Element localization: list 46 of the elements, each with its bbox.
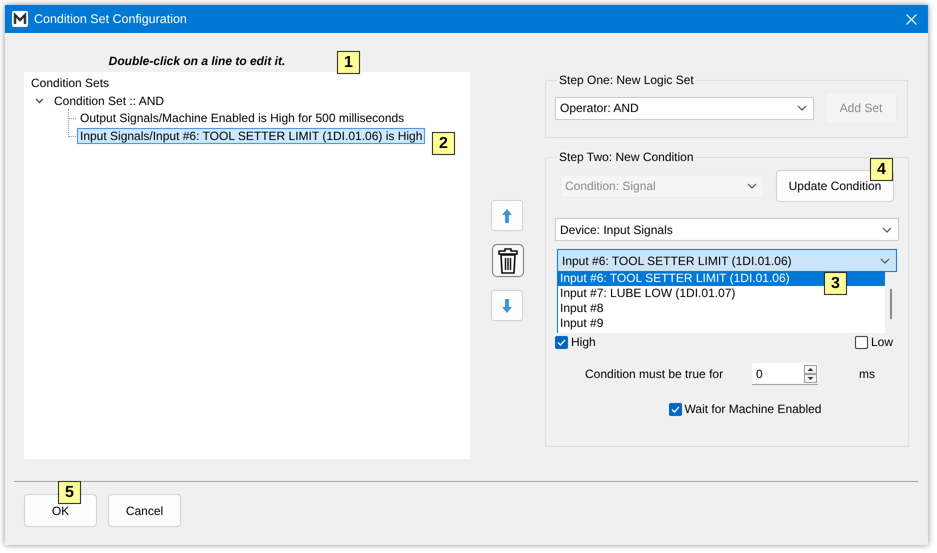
chevron-down-icon: [747, 183, 757, 189]
callout-number: 1: [337, 51, 360, 74]
group-title: Step Two: New Condition: [558, 150, 695, 164]
move-down-button[interactable]: [491, 290, 523, 321]
checkbox-label: High: [571, 335, 596, 349]
chevron-down-icon[interactable]: [35, 98, 44, 104]
callout-number: 2: [432, 132, 455, 155]
dropdown-option[interactable]: Input #8: [558, 301, 885, 316]
move-up-button[interactable]: [491, 200, 523, 231]
chevron-down-icon: [882, 226, 892, 232]
arrow-up-icon: [502, 208, 512, 222]
checkbox-label: Low: [870, 335, 893, 349]
tree-item[interactable]: Condition Sets: [28, 75, 112, 91]
scrollbar-thumb[interactable]: [890, 289, 892, 319]
operator-dropdown[interactable]: Operator: AND: [555, 96, 814, 120]
arrow-down-icon: [502, 298, 512, 312]
trash-icon: [498, 248, 518, 274]
chevron-down-icon: [880, 258, 890, 264]
tree-item[interactable]: Condition Set :: AND: [51, 93, 168, 109]
unit-label: ms: [859, 367, 875, 381]
checkmark-icon: [557, 338, 566, 346]
window-title: Condition Set Configuration: [34, 12, 188, 26]
chevron-down-icon: [797, 105, 807, 111]
dropdown-option[interactable]: Input #9: [558, 316, 885, 331]
instruction-text: Double-click on a line to edit it.: [108, 53, 286, 70]
spin-up-icon[interactable]: [804, 364, 817, 374]
group-title: Step One: New Logic Set: [558, 73, 695, 87]
cancel-button[interactable]: Cancel: [108, 494, 181, 527]
tree-item[interactable]: Input Signals/Input #6: TOOL SETTER LIMIT (1DI.01.06) is High: [77, 128, 426, 144]
close-icon[interactable]: [906, 14, 917, 24]
callout-number: 5: [58, 481, 81, 504]
app-logo-icon: [12, 11, 28, 27]
spin-down-icon[interactable]: [804, 374, 817, 382]
duration-label: Condition must be true for: [585, 367, 724, 381]
callout-number: 3: [824, 272, 847, 295]
callout-number: 4: [870, 158, 893, 181]
device-dropdown[interactable]: Device: Input Signals: [555, 218, 899, 241]
tree-item[interactable]: Output Signals/Machine Enabled is High for 500 milliseconds: [77, 110, 408, 126]
high-checkbox[interactable]: [555, 336, 568, 348]
duration-spinner[interactable]: 0: [752, 363, 818, 385]
checkmark-icon: [670, 406, 680, 412]
checkbox-label: Wait for Machine Enabled: [684, 402, 822, 416]
low-checkbox[interactable]: [854, 336, 868, 348]
wait-checkbox[interactable]: [668, 402, 682, 416]
delete-button[interactable]: [492, 244, 524, 277]
input-dropdown[interactable]: Input #6: TOOL SETTER LIMIT (1DI.01.06): [557, 249, 897, 272]
